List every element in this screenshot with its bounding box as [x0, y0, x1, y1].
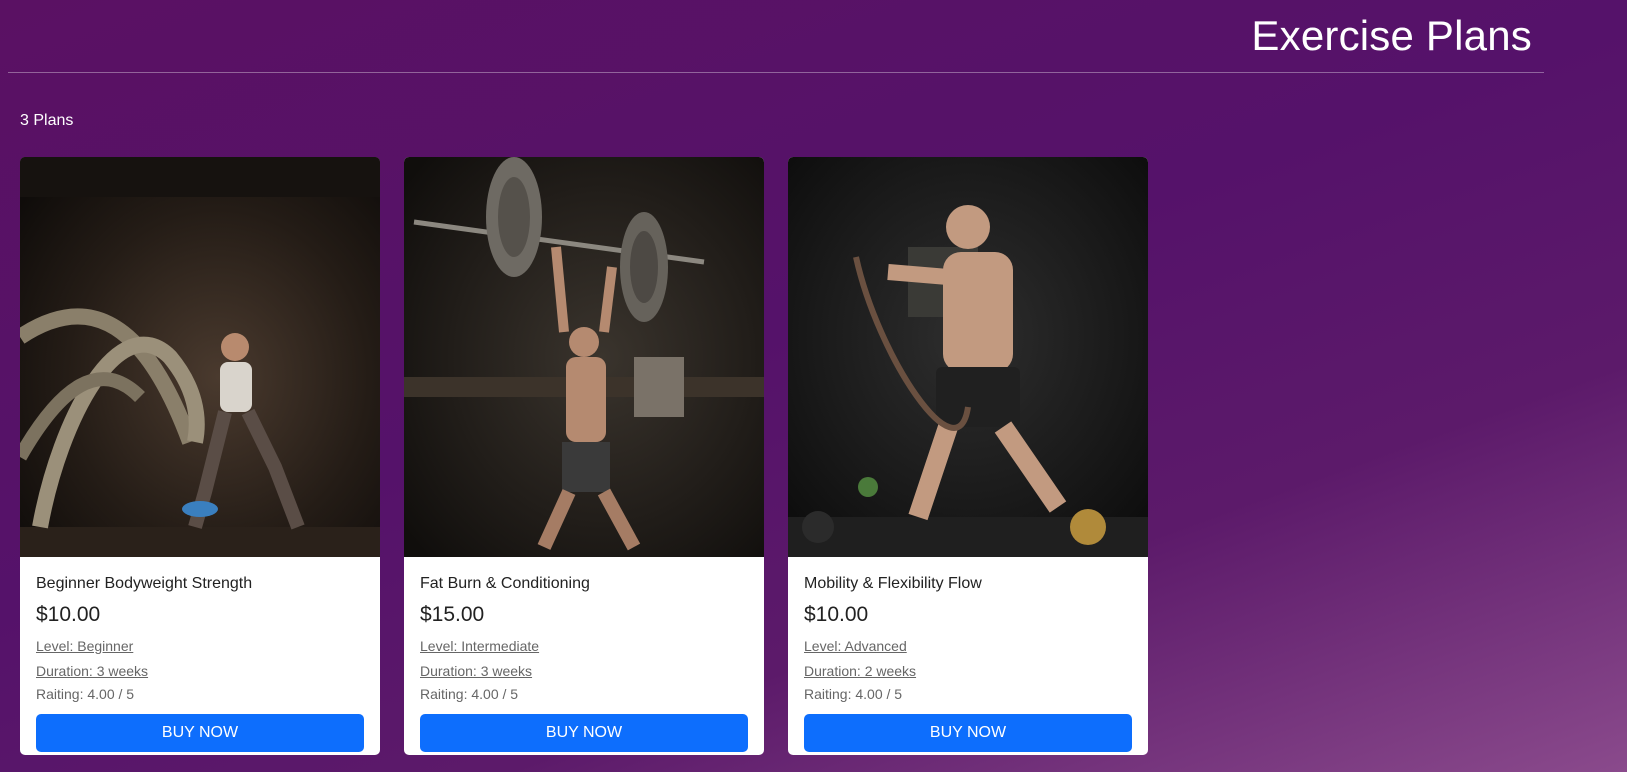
plan-title: Fat Burn & Conditioning	[420, 575, 590, 592]
plan-card: Fat Burn & Conditioning $15.00 Level: In…	[404, 157, 764, 755]
plan-title: Beginner Bodyweight Strength	[36, 575, 253, 592]
plan-duration-link[interactable]: Duration: 2 weeks	[804, 663, 1132, 681]
plan-duration-link[interactable]: Duration: 3 weeks	[420, 663, 748, 681]
plan-duration-link[interactable]: Duration: 3 weeks	[36, 663, 364, 681]
plan-card-body: Beginner Bodyweight Strength $10.00 Leve…	[20, 557, 380, 752]
plan-card: Mobility & Flexibility Flow $10.00 Level…	[788, 157, 1148, 755]
page-title: Exercise Plans	[1251, 12, 1532, 59]
plan-image-barbell	[404, 157, 764, 557]
plan-title: Mobility & Flexibility Flow	[804, 575, 982, 592]
plan-count: 3 Plans	[20, 112, 74, 129]
plan-card-body: Fat Burn & Conditioning $15.00 Level: In…	[404, 557, 764, 752]
plan-card: Beginner Bodyweight Strength $10.00 Leve…	[20, 157, 380, 755]
buy-now-button[interactable]: BUY NOW	[420, 714, 748, 752]
plan-rating: Raiting: 4.00 / 5	[804, 686, 903, 702]
plan-price: $10.00	[804, 603, 869, 626]
plan-level-link[interactable]: Level: Beginner	[36, 638, 364, 656]
plan-image-battle-ropes	[20, 157, 380, 557]
buy-now-button[interactable]: BUY NOW	[804, 714, 1132, 752]
plan-rating: Raiting: 4.00 / 5	[420, 686, 519, 702]
plan-card-body: Mobility & Flexibility Flow $10.00 Level…	[788, 557, 1148, 752]
plan-image-resistance-band	[788, 157, 1148, 557]
plan-rating: Raiting: 4.00 / 5	[36, 686, 135, 702]
plan-price: $10.00	[36, 603, 101, 626]
page-header: Exercise Plans	[8, 0, 1544, 73]
buy-now-button[interactable]: BUY NOW	[36, 714, 364, 752]
plan-level-link[interactable]: Level: Intermediate	[420, 638, 748, 656]
plan-level-link[interactable]: Level: Advanced	[804, 638, 1132, 656]
plan-price: $15.00	[420, 603, 485, 626]
plan-card-list: Beginner Bodyweight Strength $10.00 Leve…	[20, 157, 1148, 755]
